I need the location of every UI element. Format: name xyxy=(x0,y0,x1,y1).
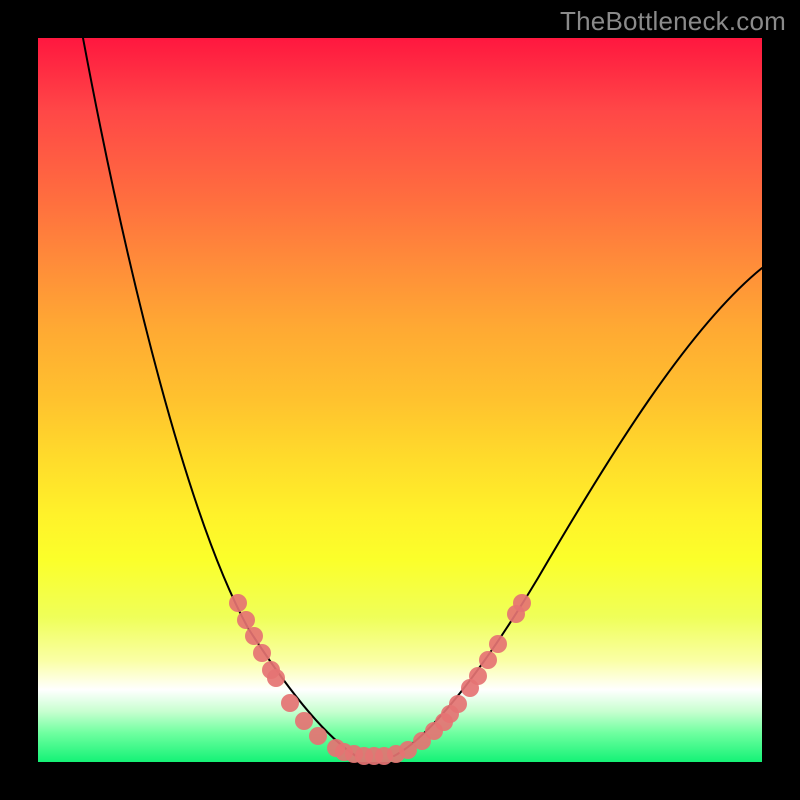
watermark-text: TheBottleneck.com xyxy=(560,6,786,37)
data-point xyxy=(295,712,313,730)
data-point xyxy=(479,651,497,669)
data-point xyxy=(267,669,285,687)
data-point xyxy=(229,594,247,612)
data-point xyxy=(309,727,327,745)
data-point xyxy=(469,667,487,685)
plot-area xyxy=(38,38,762,762)
data-point xyxy=(281,694,299,712)
data-point xyxy=(489,635,507,653)
data-point xyxy=(449,695,467,713)
data-point xyxy=(253,644,271,662)
left-curve xyxy=(83,38,356,756)
data-point xyxy=(513,594,531,612)
data-point xyxy=(245,627,263,645)
right-curve xyxy=(394,268,762,756)
chart-frame: TheBottleneck.com xyxy=(0,0,800,800)
data-point xyxy=(237,611,255,629)
data-points xyxy=(229,594,531,765)
chart-svg xyxy=(38,38,762,762)
